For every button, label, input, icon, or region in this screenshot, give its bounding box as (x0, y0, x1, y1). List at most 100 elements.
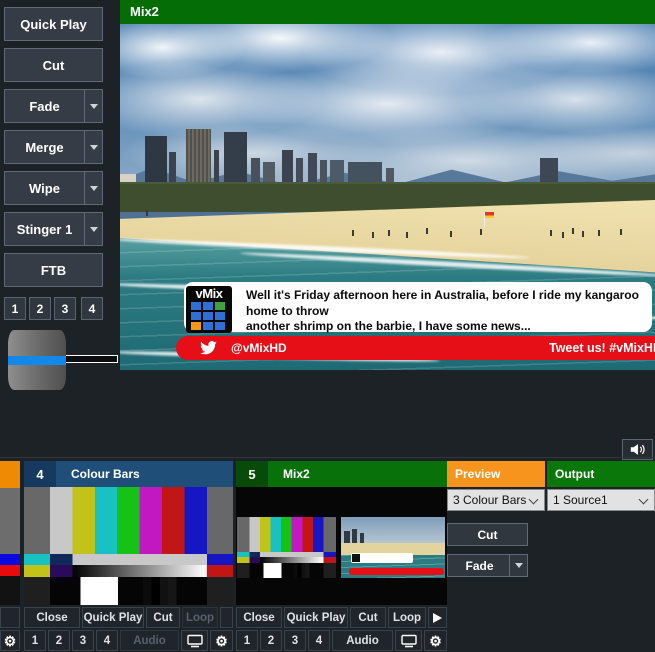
output-source-select[interactable]: 1 Source1 (547, 489, 655, 511)
overlay-4-button[interactable]: 4 (308, 630, 330, 651)
settings-button[interactable]: ⚙ (210, 630, 233, 651)
button-label: Cut (478, 528, 498, 542)
chevron-down-icon (639, 495, 649, 505)
input-5-overlay-row: 1 2 3 4 Audio ⚙ (236, 630, 447, 651)
tweet-message: Well it's Friday afternoon here in Austr… (246, 288, 650, 335)
input-number-badge: 5 (236, 461, 268, 487)
lifeguard-flag-cloth (485, 212, 494, 218)
input-5-controls: Close Quick Play Cut Loop (236, 607, 447, 628)
partial-thumb-red (0, 565, 20, 576)
input-title: Colour Bars (56, 461, 233, 487)
vmix-window: Quick Play Cut Fade Merge Wipe Stinger 1… (0, 0, 655, 652)
main-cut-button[interactable]: Cut (447, 523, 528, 546)
quick-play-button[interactable]: Quick Play (82, 607, 144, 628)
overlay-3-button[interactable]: 3 (54, 297, 76, 320)
section-divider (0, 457, 655, 458)
wipe-dropdown[interactable] (84, 172, 102, 204)
overlay-2-button[interactable]: 2 (29, 297, 51, 320)
output-selected: 1 Source1 (553, 493, 608, 507)
input-number-badge: 4 (24, 461, 56, 487)
play-icon (433, 613, 442, 623)
quick-play-button[interactable]: Quick Play (4, 7, 103, 41)
chevron-down-icon (90, 145, 98, 154)
monitor-icon (401, 634, 417, 648)
button-label: FTB (41, 263, 66, 278)
close-button[interactable]: Close (24, 607, 80, 628)
audio-button[interactable]: Audio (332, 630, 393, 651)
merge-button[interactable]: Merge (4, 130, 103, 164)
gear-icon: ⚙ (429, 634, 442, 648)
program-title-bar: Mix2 (120, 0, 655, 24)
overlay-2-button[interactable]: 2 (48, 630, 70, 651)
colour-bars-pattern (24, 487, 233, 605)
input-5-mix2: 5 Mix2 Close Quick Play Cut Loop (236, 461, 447, 651)
ftb-button[interactable]: FTB (4, 253, 103, 287)
quick-play-button[interactable]: Quick Play (284, 607, 348, 628)
overlay-number: 2 (37, 302, 44, 316)
button-label: Cut (43, 58, 65, 73)
twitter-banner: @vMixHD Tweet us! #vMixHD (176, 336, 655, 360)
tbar-fader-handle[interactable] (8, 330, 66, 390)
partial-thumb-blue (0, 554, 20, 565)
input-5-header[interactable]: 5 Mix2 (236, 461, 447, 487)
overlay-3-button[interactable]: 3 (72, 630, 94, 651)
overlay-3-button[interactable]: 3 (284, 630, 306, 651)
merge-dropdown[interactable] (84, 131, 102, 163)
overlay-1-button[interactable]: 1 (4, 297, 26, 320)
mini-twitter-bar (349, 568, 444, 575)
twitter-bird-icon (200, 341, 217, 355)
cut-button[interactable]: Cut (4, 48, 103, 82)
settings-button[interactable]: ⚙ (424, 630, 447, 651)
wipe-button[interactable]: Wipe (4, 171, 103, 205)
preview-label: Preview (455, 467, 500, 481)
play-button[interactable] (428, 607, 447, 628)
speaker-icon (629, 442, 647, 457)
close-button[interactable]: Close (236, 607, 282, 628)
overlay-2-button[interactable]: 2 (260, 630, 282, 651)
chevron-down-icon (90, 227, 98, 236)
fullscreen-button[interactable] (395, 630, 422, 651)
stinger-dropdown[interactable] (84, 213, 102, 245)
input-4-header[interactable]: 4 Colour Bars (24, 461, 233, 487)
button-label: Fade (465, 559, 509, 573)
twitter-handle: @vMixHD (231, 341, 287, 355)
overlay-number: 4 (89, 302, 96, 316)
output-bus-header: Output (547, 461, 655, 487)
mix-output-beach (341, 517, 445, 578)
program-title: Mix2 (130, 4, 159, 19)
cut-button[interactable]: Cut (146, 607, 180, 628)
cut-button[interactable]: Cut (350, 607, 386, 628)
vmix-logo-text: vMix (186, 286, 232, 301)
partial-settings-button[interactable]: ⚙ (0, 630, 20, 651)
preview-selected: 3 Colour Bars (453, 493, 526, 507)
preview-source-select[interactable]: 3 Colour Bars (447, 489, 545, 511)
input-title: Mix2 (268, 461, 447, 487)
mix-preview-bars (237, 517, 336, 578)
monitor-icon (187, 634, 203, 648)
output-label: Output (555, 467, 594, 481)
overlay-4-button[interactable]: 4 (96, 630, 118, 651)
overlay-1-button[interactable]: 1 (24, 630, 46, 651)
stinger-button[interactable]: Stinger 1 (4, 212, 103, 246)
partial-thumb-gray (0, 488, 20, 554)
input-4-thumbnail[interactable] (24, 487, 233, 605)
blank-cell (220, 607, 233, 628)
input-partial-strip: ⚙ (0, 461, 20, 651)
program-monitor[interactable]: vMix Well it's Friday afternoon here in … (120, 24, 655, 370)
chevron-down-icon (90, 186, 98, 195)
preview-bus-header: Preview (447, 461, 545, 487)
fullscreen-button[interactable] (181, 630, 208, 651)
main-fade-button[interactable]: Fade (447, 554, 528, 577)
input-5-thumbnail[interactable] (236, 487, 447, 605)
fade-dropdown[interactable] (84, 90, 102, 122)
audio-button[interactable]: Audio (120, 630, 179, 651)
overlay-4-button[interactable]: 4 (81, 297, 103, 320)
fade-button[interactable]: Fade (4, 89, 103, 123)
overlay-1-button[interactable]: 1 (236, 630, 258, 651)
gear-icon: ⚙ (4, 634, 17, 648)
loop-button[interactable]: Loop (388, 607, 426, 628)
fade-dropdown[interactable] (509, 555, 527, 576)
loop-button[interactable]: Loop (182, 607, 218, 628)
tweet-line-2: another shrimp on the barbie, I have som… (246, 319, 650, 335)
input-4-colour-bars: 4 Colour Bars Close Quick Play Cut Loop … (24, 461, 233, 651)
